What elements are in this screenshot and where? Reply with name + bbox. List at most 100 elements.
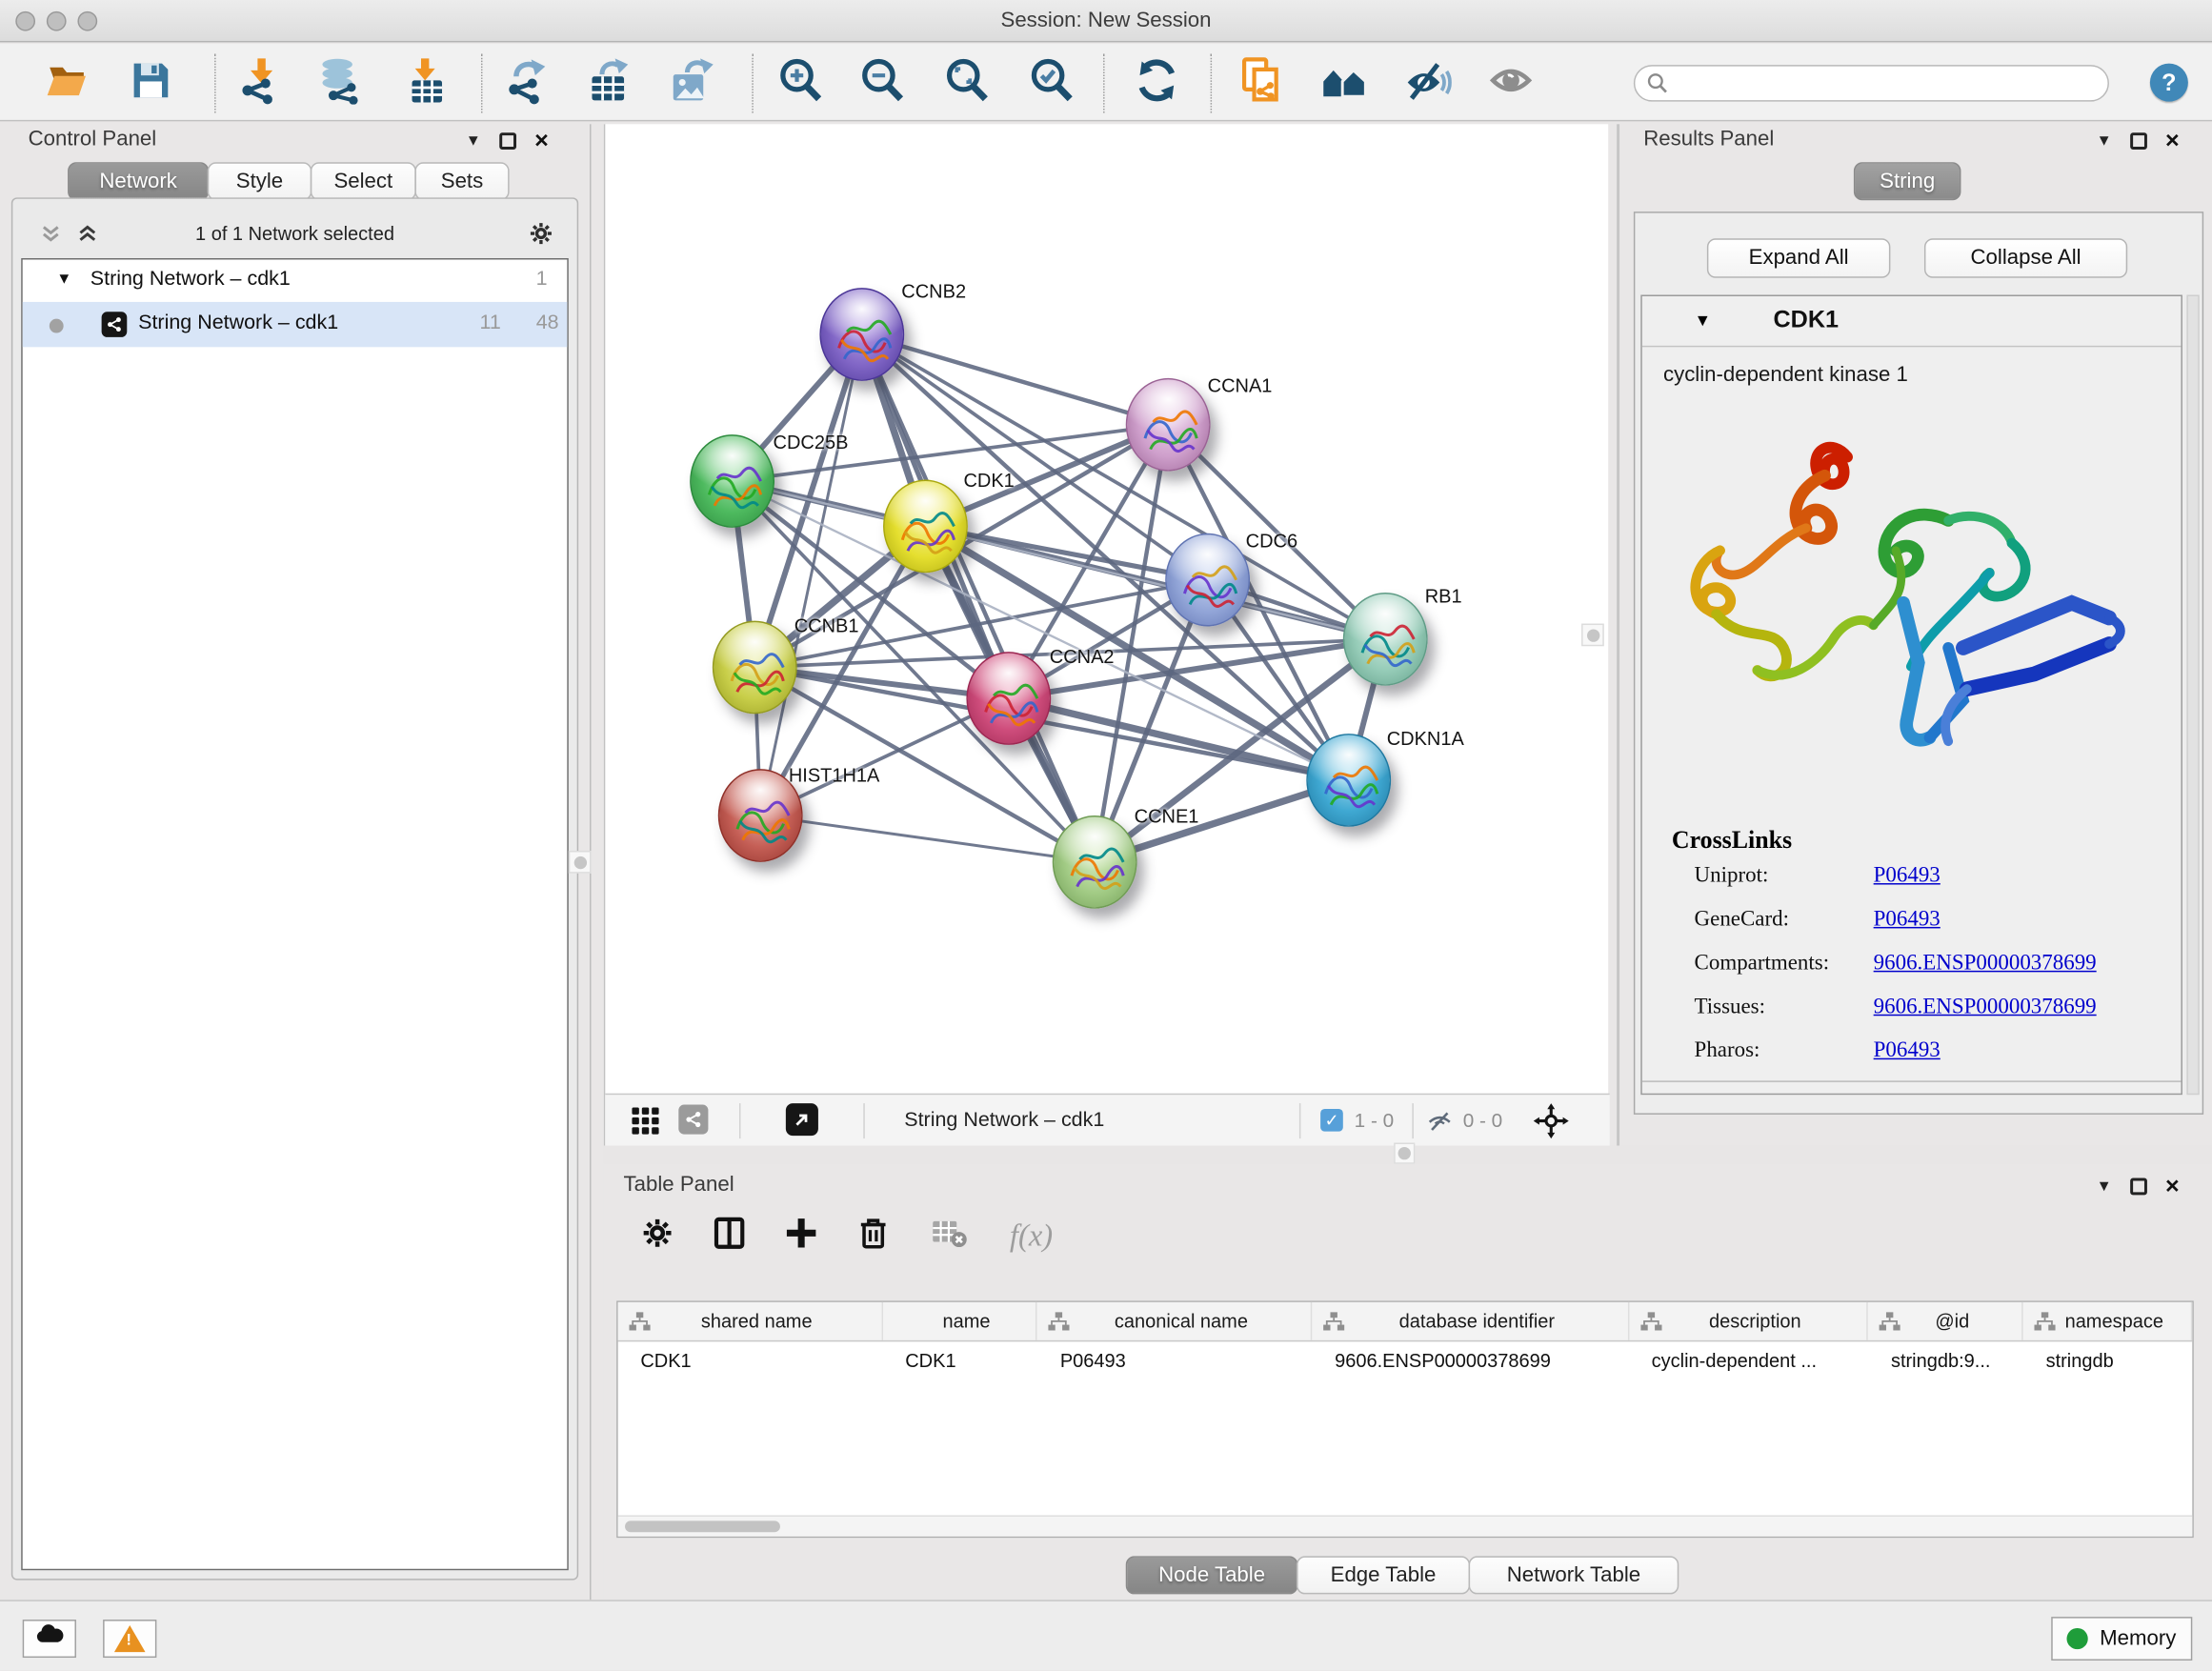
delete-table-button[interactable] bbox=[924, 1212, 972, 1259]
panel-menu-icon[interactable]: ▼ bbox=[2097, 1178, 2112, 1196]
panel-menu-icon[interactable]: ▼ bbox=[2097, 132, 2112, 150]
tab-sets[interactable]: Sets bbox=[414, 162, 509, 200]
apply-layout-button[interactable] bbox=[1130, 56, 1183, 110]
hidden-eye-slash-icon[interactable] bbox=[1426, 1108, 1453, 1142]
zoom-fit-button[interactable] bbox=[939, 56, 993, 110]
string-badge-icon[interactable] bbox=[678, 1105, 708, 1135]
network-node-CCNB2[interactable] bbox=[819, 288, 904, 381]
expand-all-button[interactable]: Expand All bbox=[1707, 238, 1891, 277]
cell-canonical-name[interactable]: P06493 bbox=[1037, 1341, 1312, 1379]
collection-expander-icon[interactable]: ▼ bbox=[56, 271, 71, 288]
tab-network[interactable]: Network bbox=[68, 162, 209, 200]
network-node-RB1[interactable] bbox=[1343, 593, 1428, 686]
network-node-CCNB1[interactable] bbox=[713, 621, 797, 715]
network-collection-row[interactable]: ▼ String Network – cdk1 1 bbox=[23, 259, 568, 301]
network-edge-CCNB2-CCNE1[interactable] bbox=[862, 334, 1095, 862]
scrollbar-thumb[interactable] bbox=[625, 1520, 780, 1532]
network-node-CDC6[interactable] bbox=[1165, 534, 1250, 627]
export-network-button[interactable] bbox=[499, 56, 553, 110]
birdseye-crosshair-icon[interactable] bbox=[1534, 1103, 1569, 1145]
show-column-panel-button[interactable] bbox=[705, 1212, 753, 1259]
network-node-CCNE1[interactable] bbox=[1053, 815, 1137, 909]
help-button[interactable]: ? bbox=[2150, 64, 2188, 102]
function-builder-button[interactable]: f(x) bbox=[995, 1212, 1068, 1259]
tab-network-table[interactable]: Network Table bbox=[1469, 1556, 1679, 1594]
panel-float-icon[interactable] bbox=[2130, 1178, 2147, 1196]
open-session-button[interactable] bbox=[41, 56, 94, 110]
zoom-in-button[interactable] bbox=[774, 56, 827, 110]
table-horizontal-scrollbar[interactable] bbox=[618, 1515, 2193, 1536]
crosslink-link[interactable]: 9606.ENSP00000378699 bbox=[1874, 995, 2097, 1020]
network-node-CCNA1[interactable] bbox=[1126, 378, 1211, 472]
cloud-button[interactable] bbox=[23, 1620, 76, 1658]
cell-database-identifier[interactable]: 9606.ENSP00000378699 bbox=[1312, 1341, 1629, 1379]
hide-selected-button[interactable] bbox=[1401, 56, 1455, 110]
column-header-canonical-name[interactable]: canonical name bbox=[1037, 1302, 1312, 1340]
results-tab-string[interactable]: String bbox=[1854, 162, 1961, 200]
column-header-description[interactable]: description bbox=[1629, 1302, 1868, 1340]
network-edge-CCNE1-HIST1H1A[interactable] bbox=[760, 815, 1095, 862]
table-row[interactable]: CDK1CDK1P064939606.ENSP00000378699cyclin… bbox=[618, 1341, 2193, 1379]
tab-edge-table[interactable]: Edge Table bbox=[1297, 1556, 1470, 1594]
tab-node-table[interactable]: Node Table bbox=[1126, 1556, 1298, 1594]
collapse-all-button[interactable]: Collapse All bbox=[1924, 238, 2127, 277]
crosslink-link[interactable]: P06493 bbox=[1874, 907, 1941, 933]
create-column-button[interactable] bbox=[777, 1212, 825, 1259]
table-options-button[interactable] bbox=[633, 1212, 681, 1259]
cell-shared-name[interactable]: CDK1 bbox=[618, 1341, 883, 1379]
crosslink-link[interactable]: P06493 bbox=[1874, 863, 1941, 889]
open-in-new-window-icon[interactable] bbox=[786, 1103, 818, 1136]
network-row-selected[interactable]: String Network – cdk1 11 48 bbox=[23, 302, 568, 347]
cell-description[interactable]: cyclin-dependent ... bbox=[1629, 1341, 1868, 1379]
export-table-button[interactable] bbox=[581, 56, 634, 110]
network-node-CDKN1A[interactable] bbox=[1306, 734, 1391, 827]
import-network-database-button[interactable] bbox=[314, 56, 368, 110]
first-neighbors-button[interactable] bbox=[1317, 56, 1371, 110]
network-options-gear-icon[interactable] bbox=[526, 219, 555, 256]
bottom-splitter-grip[interactable] bbox=[1394, 1143, 1415, 1164]
crosslink-link[interactable]: 9606.ENSP00000378699 bbox=[1874, 951, 2097, 976]
network-node-CCNA2[interactable] bbox=[966, 652, 1051, 745]
panel-menu-icon[interactable]: ▼ bbox=[466, 132, 481, 150]
export-image-button[interactable] bbox=[665, 56, 718, 110]
network-edge-CCNB2-CCNA1[interactable] bbox=[862, 334, 1168, 425]
import-network-file-button[interactable] bbox=[232, 56, 286, 110]
left-splitter-grip[interactable] bbox=[569, 851, 592, 874]
zoom-out-button[interactable] bbox=[855, 56, 908, 110]
panel-close-icon[interactable]: × bbox=[534, 132, 549, 150]
tab-style[interactable]: Style bbox=[208, 162, 312, 200]
import-table-button[interactable] bbox=[399, 56, 452, 110]
new-network-from-selection-button[interactable] bbox=[1235, 56, 1288, 110]
cell-namespace[interactable]: stringdb bbox=[2023, 1341, 2192, 1379]
cell--id[interactable]: stringdb:9... bbox=[1868, 1341, 2023, 1379]
column-header-shared-name[interactable]: shared name bbox=[618, 1302, 883, 1340]
grid-view-icon[interactable] bbox=[631, 1106, 660, 1143]
zoom-selected-button[interactable] bbox=[1024, 56, 1077, 110]
section-expander-icon[interactable]: ▼ bbox=[1695, 311, 1712, 331]
network-edge-CCNB2-HIST1H1A[interactable] bbox=[760, 334, 862, 815]
results-splitter-line[interactable] bbox=[1617, 124, 1619, 1145]
crosslink-link[interactable]: P06493 bbox=[1874, 1038, 1941, 1064]
selected-checkbox[interactable]: ✓ bbox=[1320, 1109, 1343, 1132]
save-session-button[interactable] bbox=[124, 56, 177, 110]
panel-float-icon[interactable] bbox=[2130, 132, 2147, 150]
panel-float-icon[interactable] bbox=[499, 132, 516, 150]
column-header-database-identifier[interactable]: database identifier bbox=[1312, 1302, 1629, 1340]
search-input[interactable] bbox=[1669, 68, 2108, 99]
tab-select[interactable]: Select bbox=[311, 162, 416, 200]
column-header-name[interactable]: name bbox=[883, 1302, 1038, 1340]
panel-close-icon[interactable]: × bbox=[2165, 1178, 2180, 1196]
network-node-CDK1[interactable] bbox=[883, 480, 968, 574]
network-node-CDC25B[interactable] bbox=[690, 434, 774, 528]
delete-column-button[interactable] bbox=[850, 1212, 897, 1259]
cell-name[interactable]: CDK1 bbox=[883, 1341, 1038, 1379]
show-all-button[interactable] bbox=[1484, 56, 1538, 110]
column-header--id[interactable]: @id bbox=[1868, 1302, 2023, 1340]
column-header-namespace[interactable]: namespace bbox=[2023, 1302, 2192, 1340]
memory-button[interactable]: Memory bbox=[2051, 1617, 2192, 1661]
right-splitter-grip[interactable] bbox=[1581, 624, 1604, 647]
panel-close-icon[interactable]: × bbox=[2165, 132, 2180, 150]
protein-section-header[interactable]: ▼ CDK1 bbox=[1642, 296, 2182, 347]
results-scrollbar[interactable] bbox=[2186, 295, 2199, 1096]
warnings-button[interactable]: ! bbox=[103, 1620, 156, 1658]
